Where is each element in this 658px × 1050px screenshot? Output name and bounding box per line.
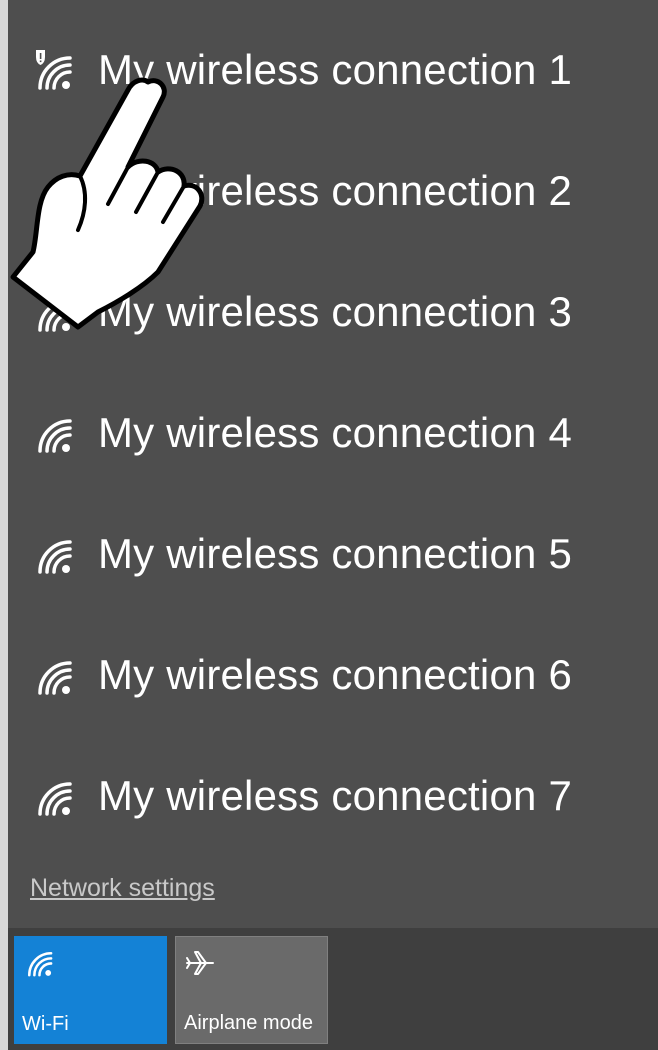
wifi-icon (38, 176, 72, 211)
network-name: My wireless connection 7 (98, 771, 572, 819)
network-item-4[interactable]: My wireless connection 4 (8, 372, 658, 493)
wifi-icon (38, 297, 72, 332)
network-item-1[interactable]: My wireless connection 1 (8, 9, 658, 130)
network-name: My wireless connection 3 (98, 287, 572, 335)
wifi-tile-label: Wi-Fi (22, 1013, 69, 1035)
network-flyout: My wireless connection 1 My wireless con… (0, 0, 658, 1050)
network-name: My wireless connection 1 (98, 45, 572, 93)
quick-actions-bar: Wi-Fi Airplane mode (8, 928, 658, 1050)
airplane-mode-tile[interactable]: Airplane mode (175, 936, 328, 1044)
wifi-secured-warning-icon (36, 49, 72, 90)
network-item-7[interactable]: My wireless connection 7 (8, 735, 658, 856)
network-item-6[interactable]: My wireless connection 6 (8, 614, 658, 735)
wifi-icon (38, 539, 72, 574)
network-name: My wireless connection 2 (98, 166, 572, 214)
network-item-3[interactable]: My wireless connection 3 (8, 251, 658, 372)
network-name: My wireless connection 4 (98, 408, 572, 456)
network-list: My wireless connection 1 My wireless con… (8, 9, 658, 856)
network-item-2[interactable]: My wireless connection 2 (8, 130, 658, 251)
airplane-tile-label: Airplane mode (184, 1012, 313, 1034)
wifi-icon (38, 418, 72, 453)
network-name: My wireless connection 6 (98, 650, 572, 698)
network-item-5[interactable]: My wireless connection 5 (8, 493, 658, 614)
network-settings-link[interactable]: Network settings (30, 874, 215, 903)
wifi-icon (28, 952, 53, 977)
network-name: My wireless connection 5 (98, 529, 572, 577)
wifi-icon (38, 660, 72, 695)
wifi-toggle-tile[interactable]: Wi-Fi (14, 936, 167, 1044)
airplane-icon (186, 951, 214, 975)
wifi-icon (38, 781, 72, 816)
